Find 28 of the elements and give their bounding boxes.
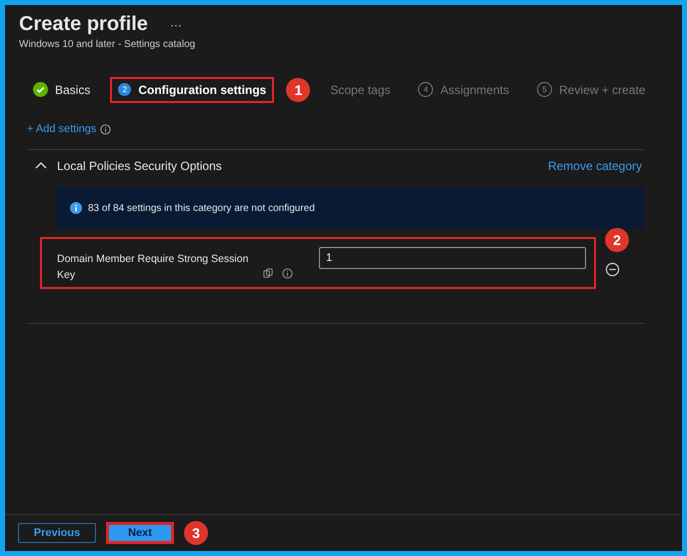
step-number: 5: [537, 82, 552, 97]
wizard-step[interactable]: Scope tags: [322, 76, 398, 102]
setting-value-field[interactable]: 1: [319, 247, 586, 269]
add-settings-link[interactable]: + Add settings: [27, 123, 96, 135]
setting-label: Domain Member Require Strong Session Key: [57, 252, 250, 283]
copy-icon: [263, 268, 274, 279]
wizard-step[interactable]: Basics: [25, 76, 98, 103]
remove-category-link[interactable]: Remove category: [548, 159, 642, 173]
step-number: 4: [418, 82, 434, 97]
callout-badge: 2: [605, 228, 629, 252]
remove-icon[interactable]: [605, 262, 620, 276]
info-icon: [282, 268, 293, 279]
step-number: 2: [118, 83, 132, 96]
next-button[interactable]: Next: [106, 522, 174, 544]
info-message: 83 of 84 settings in this category are not configured: [88, 202, 315, 214]
page-title: Create profile: [19, 13, 148, 36]
info-icon: [70, 202, 82, 214]
previous-button[interactable]: Previous: [18, 523, 96, 543]
callout-badge: 1: [286, 78, 310, 102]
wizard-step[interactable]: 4 Assignments: [410, 76, 518, 103]
wizard-step[interactable]: 2 Configuration settings: [110, 76, 274, 102]
info-icon: [100, 124, 112, 134]
page-subtitle: Windows 10 and later - Settings catalog: [19, 39, 196, 50]
check-circle-icon: [33, 82, 48, 97]
wizard-step[interactable]: 5 Review + create: [529, 76, 654, 103]
callout-badge: 3: [184, 521, 208, 545]
category-title: Local Policies Security Options: [57, 159, 223, 173]
more-button[interactable]: ···: [170, 18, 182, 32]
